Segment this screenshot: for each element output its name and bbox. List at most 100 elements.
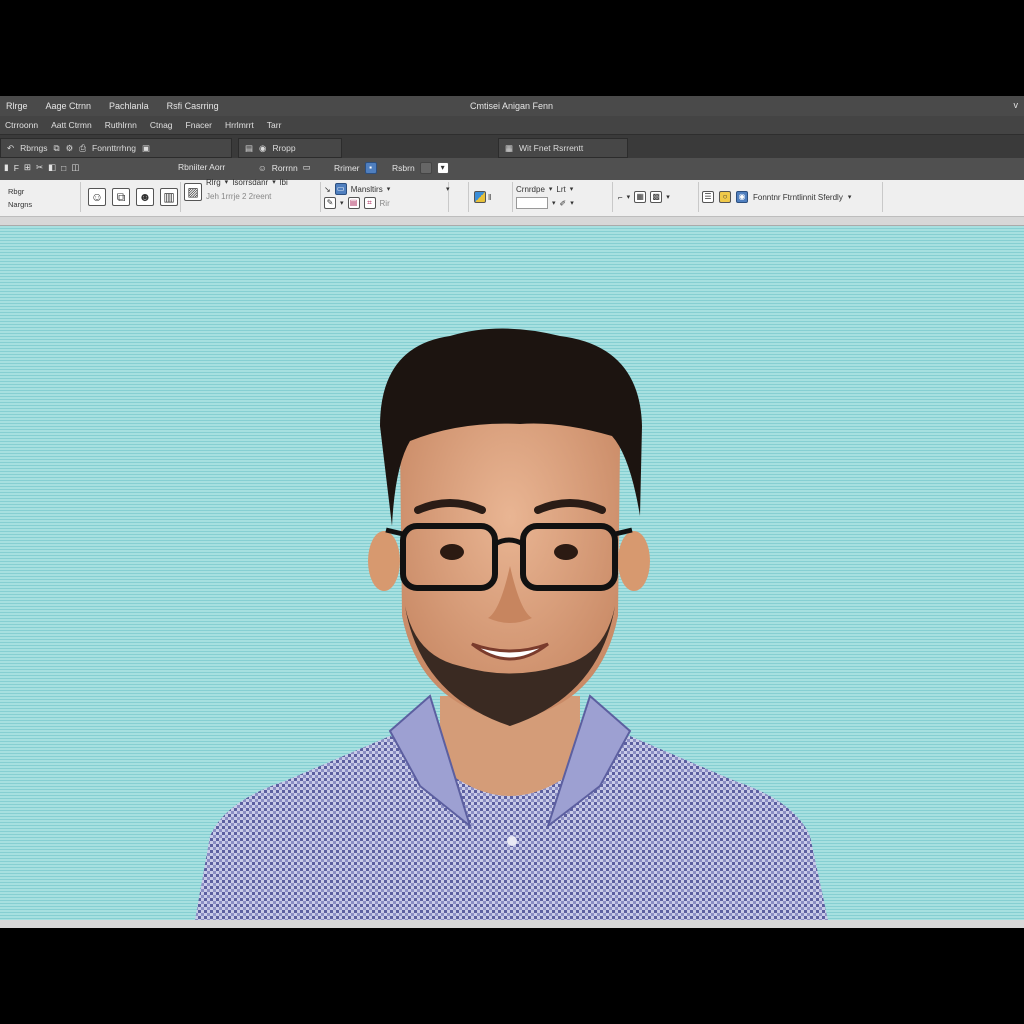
browse-label[interactable]: Rropp [272,143,295,153]
caret-down-icon[interactable]: ▾ [549,185,553,193]
ruler [0,217,1024,226]
document-icon[interactable]: ▦ [505,143,513,154]
smiley-icon[interactable]: ☺ [88,188,106,206]
caret-down-icon[interactable]: ▾ [340,199,344,207]
ribbon-text[interactable]: lbi [280,178,288,187]
window-control[interactable]: v [1014,100,1019,110]
shape-icon[interactable]: ◧ [48,162,56,173]
ribbon-label[interactable]: Rbniiter Aorr [178,162,225,172]
caret-down-icon[interactable]: ▾ [666,193,670,201]
smiley-icon[interactable]: ☺ [258,163,267,173]
globe-icon[interactable]: ◉ [736,191,748,203]
color-picker-icon[interactable] [474,191,486,203]
tab[interactable]: Ctrroonn [0,120,46,130]
tab[interactable]: Fnacer [181,120,220,130]
caret-down-icon[interactable]: ▾ [387,185,391,193]
ribbon-top-group: Rbniiter Aorr [178,162,225,172]
color-swatch-icon[interactable] [419,162,432,174]
pen-icon[interactable]: ✐ [560,199,567,208]
monitor-icon[interactable]: ▭ [334,183,347,195]
caret-down-icon[interactable]: ▾ [552,199,556,207]
ribbon-text[interactable]: Isorrsdanr [232,178,268,187]
search-icon[interactable]: ○ [719,191,731,203]
side-item[interactable]: Rbgr [8,185,32,198]
ribbon-group-fontsize: Crnrdpe ▾ Lrt ▾ ▾ ✐ ▾ [512,182,613,212]
document-canvas[interactable] [0,226,1024,920]
font-icon[interactable]: F [14,163,19,173]
paste-icon[interactable]: ▮ [4,162,9,173]
ribbon-hint: Rir [379,198,390,208]
ribbon-top-group: Rsbrn ▾ [392,162,449,174]
ribbon-group-color: ‖ [472,182,513,212]
frame-icon[interactable]: ▭ [303,162,311,173]
ribbon-group-illustrations: ↘ ▭ Mansltirs ▾ ✎ ▾ ▤ ⌗ Rir [320,182,449,212]
gear-icon[interactable]: ⚙ [66,143,74,154]
globe-icon[interactable]: ◉ [259,143,266,154]
caret-down-icon[interactable]: ▾ [570,199,574,207]
window-icon[interactable]: ▣ [142,143,150,154]
font-size-input[interactable] [516,197,548,209]
layout-icon[interactable]: ▦ [634,191,647,203]
ribbon-text[interactable]: Rlrg [206,178,221,187]
quick-access-toolbar: ↶ Rbrngs ⧉ ⚙ ⎙ Fonnttrrhng ▣ ▤ ◉ Rropp ▦… [0,134,1024,159]
ribbon-top-group: ▮ F ⊞ ✂ ◧ □ ◫ [4,162,79,173]
camera-icon[interactable]: ◫ [71,162,79,173]
arrow-icon[interactable]: ↘ [324,185,331,194]
menu-item[interactable]: Rsfi Casrring [161,101,231,111]
undo-icon[interactable]: ↶ [7,143,14,154]
brush-icon[interactable]: ✎ [324,197,336,209]
table-icon[interactable]: ▥ [160,188,178,206]
doc-label[interactable]: Wit Fnet Rsrrentt [519,143,583,153]
title-bar: Rlrge Aage Ctrnn Pachlanla Rsfi Casrring… [0,96,1024,116]
format-label[interactable]: Fonnttrrhng [92,143,136,153]
caret-down-icon[interactable]: ▾ [446,185,450,193]
tab[interactable]: Tarr [262,120,290,130]
people-icon[interactable]: ☻ [136,188,154,206]
ribbon-text[interactable]: Crnrdpe [516,185,545,194]
ribbon-top-row: ▮ F ⊞ ✂ ◧ □ ◫ Rbniiter Aorr ☺ Rorrnn ▭ R… [0,158,1024,180]
box-icon[interactable]: □ [61,163,66,173]
tab[interactable]: Ruthlrnn [100,120,145,130]
align-icon[interactable]: ⌐ [618,193,623,202]
grid-icon[interactable]: ▩ [650,191,663,203]
ribbon-label[interactable]: Rsbrn [392,163,415,173]
ribbon-group-small: ▾ [446,182,469,212]
ribbon-group-insert: ☺ ⧉ ☻ ▥ [84,182,181,212]
caret-down-icon[interactable]: ▾ [225,178,229,186]
side-item[interactable]: Nargns [8,198,32,211]
menu-item[interactable]: Pachlanla [103,101,161,111]
caret-down-icon[interactable]: ▾ [272,178,276,186]
tab[interactable]: Aatt Ctrmn [46,120,100,130]
tab[interactable]: Ctnag [145,120,181,130]
portrait-photo [195,328,828,920]
pipe-icon[interactable]: ‖ [488,193,491,202]
list-icon[interactable]: ☰ [702,191,714,203]
caret-down-icon[interactable]: ▾ [627,193,631,201]
ribbon-top-group: ☺ Rorrnn ▭ [258,162,311,173]
ribbon: Rbgr Nargns ☺ ⧉ ☻ ▥ ▨ Rlrg ▾ Isorrsdanr … [0,178,1024,217]
print-icon[interactable]: ⎙ [79,143,86,154]
ribbon-label[interactable]: Rrimer [334,163,360,173]
ribbon-text[interactable]: Mansltirs [351,185,383,194]
menu-item[interactable]: Aage Ctrnn [40,101,104,111]
cut-icon[interactable]: ✂ [36,162,43,173]
window-title: Cmtisei Anigan Fenn [470,101,554,111]
bookmark-icon[interactable]: ⌗ [363,197,376,209]
image-icon[interactable]: ▪ [364,162,377,174]
folder-icon[interactable]: ▤ [245,143,253,154]
tab[interactable]: Hrrlmrrt [220,120,262,130]
caret-down-icon[interactable]: ▾ [848,193,852,201]
ribbon-label[interactable]: Rorrnn [272,163,298,173]
table-icon[interactable]: ⊞ [24,162,31,173]
caret-down-icon[interactable]: ▾ [570,185,574,193]
chart-icon[interactable]: ▤ [347,197,360,209]
ribbon-text[interactable]: Lrt [556,185,565,194]
copy-icon[interactable]: ⧉ [54,143,60,154]
shapes-icon[interactable]: ⧉ [112,188,130,206]
ribbon-text[interactable]: Fonntnr Ftrntlinnit Sferdly [753,193,843,202]
caret-down-icon[interactable]: ▾ [436,162,449,174]
menu-item[interactable]: Rlrge [0,101,40,111]
application-window: Rlrge Aage Ctrnn Pachlanla Rsfi Casrring… [0,96,1024,928]
quick-label[interactable]: Rbrngs [20,143,47,153]
picture-icon[interactable]: ▨ [184,183,202,201]
